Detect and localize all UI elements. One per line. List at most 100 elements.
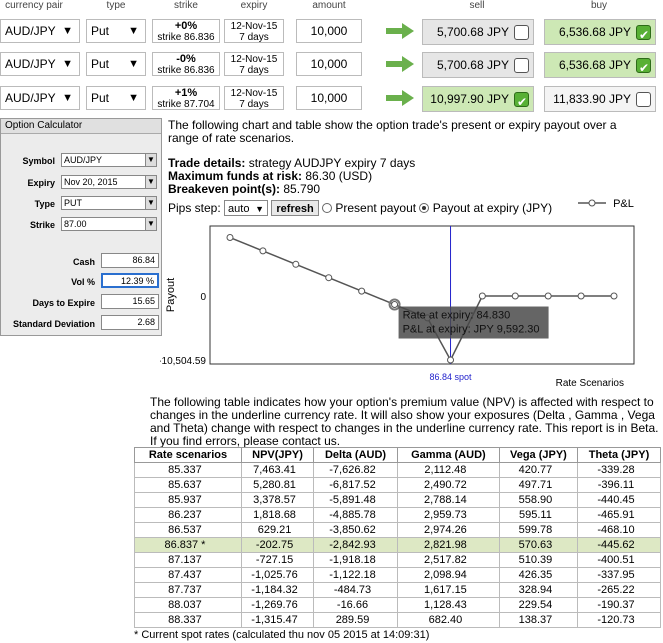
strike-value: strike 86.836 (157, 32, 215, 43)
refresh-button[interactable]: refresh (271, 200, 319, 216)
strike-dropdown-icon[interactable]: ▼ (145, 217, 157, 231)
sell-checkbox[interactable] (514, 25, 529, 40)
table-cell: -1,918.18 (313, 552, 398, 568)
type-select[interactable]: Put ▼ (86, 19, 146, 43)
sell-checkbox[interactable] (514, 90, 529, 114)
sell-price-button[interactable]: 5,700.68 JPY (422, 19, 534, 45)
table-row: 85.937 3,378.57 -5,891.48 2,788.14 558.90 -44… (134, 492, 662, 508)
buy-price-button[interactable]: 11,833.90 JPY (544, 86, 656, 112)
table-cell: 2,112.48 (396, 462, 500, 478)
buy-price-button[interactable]: 6,536.68 JPY (544, 52, 656, 80)
table-cell: -5,891.48 (313, 492, 398, 508)
sell-price-button[interactable]: 5,700.68 JPY (422, 52, 534, 78)
strike-percent: -0% (176, 53, 196, 65)
type-value: Put (91, 57, 110, 71)
data-point (544, 292, 552, 300)
table-cell: 5,280.81 (240, 477, 315, 493)
table-cell: 629.21 (240, 522, 315, 538)
table-row: 86.237 1,818.68 -4,885.78 2,959.73 595.11 -46… (134, 507, 662, 523)
type-select[interactable]: PUT (61, 196, 147, 210)
data-point (610, 292, 618, 300)
table-cell: -2,842.93 (313, 537, 398, 553)
strike-field[interactable]: -0% strike 86.836 (152, 52, 220, 76)
sell-checkbox[interactable] (514, 58, 529, 73)
table-cell: 599.78 (498, 522, 578, 538)
table-cell: -1,269.76 (240, 597, 315, 613)
currency-pair-value: AUD/JPY (5, 24, 56, 38)
symbol-select[interactable]: AUD/JPY (61, 153, 147, 167)
amount-field[interactable]: 10,000 (296, 52, 362, 76)
spot-label: 86.84 spot (430, 372, 473, 382)
data-point (358, 287, 366, 295)
go-arrow-icon[interactable] (386, 56, 414, 72)
strike-field[interactable]: +0% strike 86.836 (152, 19, 220, 43)
table-cell: 558.90 (498, 492, 578, 508)
present-payout-radio[interactable] (322, 203, 333, 213)
table-cell: -465.91 (576, 507, 662, 523)
y-tick-label: 0 (200, 292, 206, 303)
buy-price-button[interactable]: 6,536.68 JPY (544, 19, 656, 47)
table-cell: 510.39 (498, 552, 578, 568)
sell-price-button[interactable]: 10,997.90 JPY (422, 86, 534, 114)
table-cell: -1,025.76 (240, 567, 315, 583)
expiry-field[interactable]: 12-Nov-15 7 days (224, 86, 284, 110)
type-select[interactable]: Put ▼ (86, 86, 146, 110)
amount-field[interactable]: 10,000 (296, 19, 362, 43)
y-axis-label: Payout (165, 278, 177, 312)
currency-pair-select[interactable]: AUD/JPY ▼ (0, 19, 80, 43)
chevron-down-icon: ▼ (128, 58, 139, 70)
table-cell: 2,098.94 (396, 567, 500, 583)
table-cell: 85.637 (134, 477, 242, 493)
go-arrow-icon[interactable] (386, 90, 414, 106)
strike-value: strike 87.704 (157, 99, 215, 110)
y-tick-label: -10,504.59 (160, 356, 206, 367)
chevron-down-icon: ▼ (128, 25, 139, 37)
vol-field[interactable]: 12.39 % (101, 273, 159, 288)
table-cell: 2,517.82 (396, 552, 500, 568)
buy-checkbox[interactable] (636, 23, 651, 47)
buy-checkbox[interactable] (636, 56, 651, 80)
expiry-field[interactable]: 12-Nov-15 7 days (224, 19, 284, 43)
table-cell: 85.937 (134, 492, 242, 508)
payout-chart: 0 -10,504.59 Payout 86.84 spot Rate at expir… (160, 225, 635, 389)
type-value: Put (91, 91, 110, 105)
type-select[interactable]: Put ▼ (86, 52, 146, 76)
expiry-days: 7 days (239, 65, 269, 76)
currency-pair-select[interactable]: AUD/JPY ▼ (0, 86, 80, 110)
expiry-field[interactable]: 12-Nov-15 7 days (224, 52, 284, 76)
strike-field[interactable]: +1% strike 87.704 (152, 86, 220, 110)
strike-select[interactable]: 87.00 (61, 217, 147, 231)
cash-field[interactable]: 86.84 (101, 253, 159, 268)
sell-price: 5,700.68 JPY (436, 58, 509, 72)
sell-price: 5,700.68 JPY (436, 25, 509, 39)
type-dropdown-icon[interactable]: ▼ (145, 196, 157, 210)
days-to-expire-field[interactable]: 15.65 (101, 294, 159, 309)
expiry-dropdown-icon[interactable]: ▼ (145, 175, 157, 189)
symbol-dropdown-icon[interactable]: ▼ (145, 153, 157, 167)
breakeven-label: Breakeven point(s): (168, 182, 281, 196)
expiry-date: 12-Nov-15 (230, 54, 278, 65)
trade-row: AUD/JPY ▼ Put ▼ -0% strike 86.836 12-Nov-15 7 d… (0, 50, 663, 80)
table-cell: 138.37 (498, 612, 578, 628)
currency-pair-select[interactable]: AUD/JPY ▼ (0, 52, 80, 76)
std-dev-field[interactable]: 2.68 (101, 315, 159, 330)
table-cell: -120.73 (576, 612, 662, 628)
table-row: 85.337 7,463.41 -7,626.82 2,112.48 420.77 -33… (134, 462, 662, 478)
table-cell: 1,617.15 (396, 582, 500, 598)
table-cell: 682.40 (396, 612, 500, 628)
pips-step-select[interactable]: auto ▼ (224, 200, 269, 216)
table-row: 86.837 * -202.75 -2,842.93 2,821.98 570.63 -4… (134, 537, 662, 553)
strike-percent: +0% (174, 20, 198, 32)
go-arrow-icon[interactable] (386, 23, 414, 39)
strike-label: Strike (29, 220, 55, 230)
expiry-select[interactable]: Nov 20, 2015 (61, 175, 147, 189)
trade-row: AUD/JPY ▼ Put ▼ +0% strike 86.836 12-Nov-15 7 d… (0, 17, 663, 47)
expiry-payout-radio[interactable] (419, 203, 430, 213)
table-cell: 1,128.43 (396, 597, 500, 613)
table-header: Vega (JPY) (498, 447, 578, 463)
data-point (478, 292, 486, 300)
max-funds-label: Maximum funds at risk: (168, 169, 303, 183)
amount-field[interactable]: 10,000 (296, 86, 362, 110)
buy-checkbox[interactable] (636, 92, 651, 107)
std-dev-label: Standard Deviation (12, 319, 95, 329)
